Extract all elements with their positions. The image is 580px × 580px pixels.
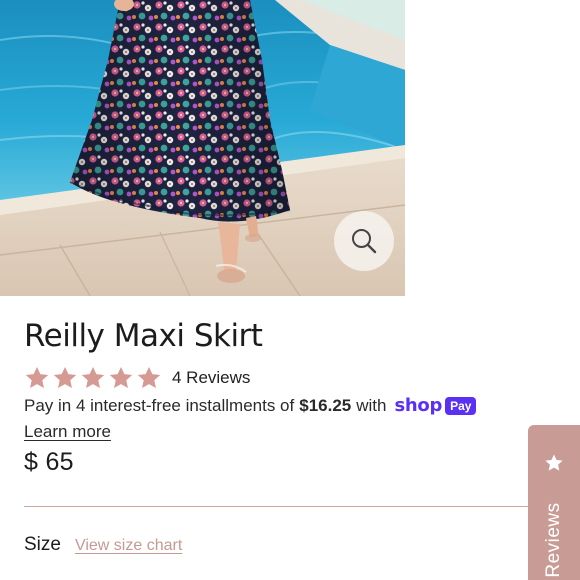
learn-more-link[interactable]: Learn more [24,422,111,442]
installments-prefix: Pay in 4 interest-free installments of [24,395,295,415]
review-count-link[interactable]: 4 Reviews [172,368,250,388]
star-icon [81,366,105,388]
divider [24,506,534,507]
star-icon [545,454,563,471]
star-icon [109,366,133,388]
reviews-side-tab[interactable]: Reviews [528,425,580,580]
product-image[interactable] [0,0,405,296]
size-chart-link[interactable]: View size chart [75,537,182,555]
star-icon [53,366,77,388]
shop-pay-logo[interactable]: shop Pay [394,395,477,416]
installment-amount: $16.25 [299,395,352,415]
size-label: Size [24,534,61,555]
product-rating[interactable]: 4 Reviews [24,365,250,391]
product-title: Reilly Maxi Skirt [24,318,263,354]
installments-suffix: with [356,395,387,415]
magnifier-icon [352,229,377,254]
product-page: Reilly Maxi Skirt 4 Reviews Pay in 4 int… [0,0,580,580]
shop-pay-badge: Pay [445,396,477,415]
size-row: Size View size chart [24,534,182,556]
star-icon [25,366,49,388]
rating-stars [24,365,162,391]
reviews-tab-label: Reviews [543,502,564,578]
installments-banner: Pay in 4 interest-free installments of $… [24,395,477,416]
shop-pay-wordmark: shop [394,395,443,416]
zoom-button[interactable] [334,211,394,271]
product-price: $ 65 [24,448,74,476]
star-icon [137,366,161,388]
